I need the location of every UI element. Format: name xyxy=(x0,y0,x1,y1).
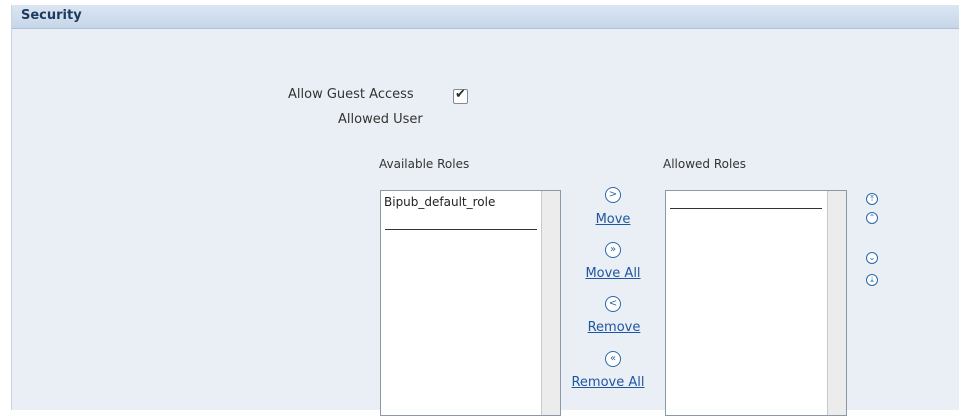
available-list-scrollbar[interactable] xyxy=(541,191,560,415)
guest-access-label: Allow Guest Access xyxy=(288,87,414,102)
move-down-icon[interactable]: ⌄ xyxy=(866,252,878,264)
remove-link[interactable]: Remove xyxy=(582,320,646,335)
move-to-bottom-icon[interactable]: ⤓ xyxy=(866,274,878,286)
panel-title: Security xyxy=(21,8,82,23)
allowed-list-scrollbar[interactable] xyxy=(827,191,846,415)
available-roles-header: Available Roles xyxy=(379,157,470,171)
remove-all-icon[interactable]: « xyxy=(605,351,621,367)
list-separator xyxy=(385,229,537,230)
remove-all-link[interactable]: Remove All xyxy=(570,375,646,390)
move-link[interactable]: Move xyxy=(589,212,637,227)
panel-header: Security xyxy=(12,5,959,29)
list-item[interactable]: Bipub_default_role xyxy=(384,195,495,209)
move-all-icon[interactable]: » xyxy=(605,242,621,258)
move-all-link[interactable]: Move All xyxy=(580,266,646,281)
available-roles-list[interactable]: Bipub_default_role xyxy=(380,190,561,416)
allowed-roles-list[interactable] xyxy=(665,190,847,416)
guest-access-checkbox[interactable]: ✔ xyxy=(453,87,468,104)
list-separator xyxy=(670,208,822,209)
move-icon[interactable]: > xyxy=(605,187,621,203)
allowed-user-label: Allowed User xyxy=(338,112,423,127)
check-icon: ✔ xyxy=(455,87,466,102)
remove-icon[interactable]: < xyxy=(605,296,621,312)
move-up-icon[interactable]: ⌃ xyxy=(866,212,878,224)
allowed-roles-header: Allowed Roles xyxy=(663,157,746,171)
move-to-top-icon[interactable]: ⤒ xyxy=(866,193,878,205)
